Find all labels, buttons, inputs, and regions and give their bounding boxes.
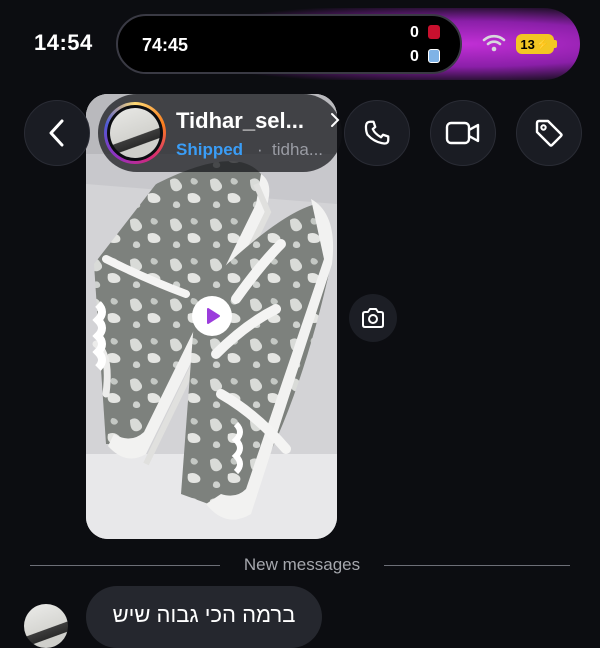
reply-camera-button[interactable] (349, 294, 397, 342)
battery-tip (554, 40, 557, 48)
video-call-button[interactable] (430, 100, 496, 166)
phone-icon (364, 120, 390, 145)
chevron-right-icon (331, 113, 340, 127)
tag-icon (535, 119, 563, 147)
status-time: 14:54 (34, 30, 93, 55)
avatar-image (110, 108, 160, 158)
status-separator: · (257, 140, 263, 159)
play-icon (207, 308, 220, 324)
home-score: 0 (410, 24, 419, 41)
live-activity-island[interactable]: 74:45 0 0 (116, 14, 462, 74)
divider-line-right (384, 565, 570, 566)
divider-line-left (30, 565, 220, 566)
message-text: ברמה הכי גבוה שיש (112, 602, 296, 627)
away-score: 0 (410, 48, 419, 65)
battery-level: 13 (520, 36, 535, 52)
new-messages-label: New messages (243, 555, 361, 574)
profile-username[interactable]: Tidhar_sel... (176, 108, 304, 134)
profile-handle: tidha... (272, 140, 324, 159)
avatar-border (107, 105, 163, 161)
away-team-crest-icon (428, 49, 440, 63)
voice-call-button[interactable] (344, 100, 410, 166)
wifi-icon (482, 34, 506, 52)
sender-avatar[interactable] (24, 604, 68, 648)
profile-avatar[interactable] (104, 102, 166, 164)
home-team-crest-icon (428, 25, 440, 39)
video-camera-icon (445, 121, 480, 145)
match-timer: 74:45 (142, 35, 189, 55)
order-status: Shipped (176, 140, 244, 159)
message-bubble[interactable]: ברמה הכי גבוה שיש (86, 586, 322, 648)
tag-button[interactable] (516, 100, 582, 166)
battery-icon: 13 ⚡ (516, 34, 554, 54)
back-chevron-icon (49, 119, 64, 147)
back-button[interactable] (24, 100, 90, 166)
camera-icon (362, 308, 384, 328)
charging-bolt-icon: ⚡ (535, 38, 550, 51)
play-button[interactable] (192, 296, 232, 336)
